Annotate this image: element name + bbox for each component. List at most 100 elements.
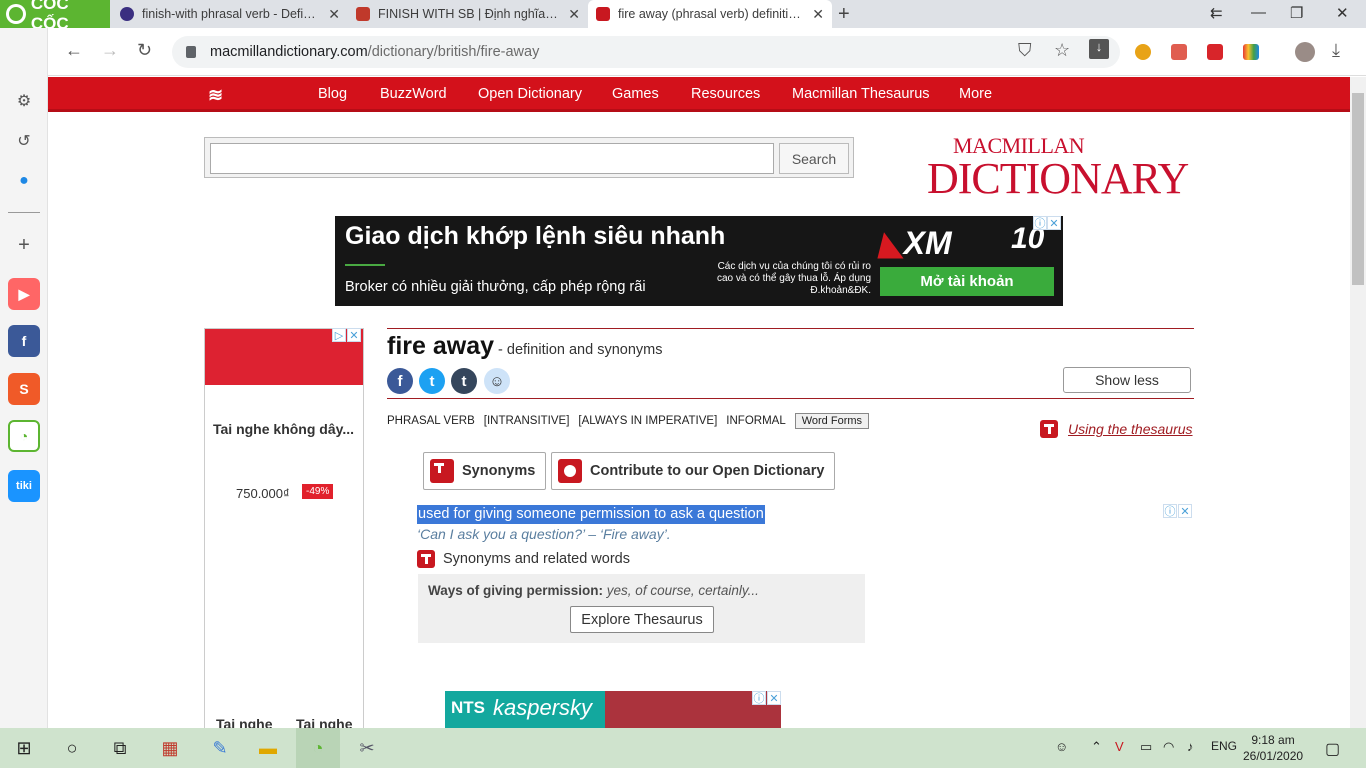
close-tab-icon[interactable]: ✕ — [812, 6, 824, 23]
people-icon[interactable]: ☺ — [1055, 739, 1068, 754]
open-account-button[interactable]: Mở tài khoản — [880, 267, 1054, 296]
back-button[interactable]: ← — [65, 40, 83, 61]
ad-subtitle: Broker có nhiều giải thưởng, cấp phép rộ… — [345, 279, 646, 295]
paint-icon[interactable]: ✎ — [208, 736, 232, 760]
youtube-icon[interactable]: ▶ — [8, 278, 40, 310]
tab-finish-with[interactable]: finish-with phrasal verb - Definition ✕ — [112, 0, 348, 28]
ways-label: Ways of giving permission: — [428, 583, 604, 598]
ad-info-icon[interactable]: ⓘ — [1033, 216, 1047, 230]
nav-resources[interactable]: Resources — [691, 86, 760, 102]
settings-gear-icon[interactable]: ⚙ — [14, 91, 34, 111]
star-bookmark-icon[interactable]: ☆ — [1054, 40, 1070, 61]
reddit-share-icon[interactable]: ☺ — [484, 368, 510, 394]
favicon-icon — [120, 7, 134, 21]
shopee-icon[interactable]: S — [8, 373, 40, 405]
minimize-list-icon[interactable]: ⇇ — [1210, 4, 1223, 22]
using-thesaurus-link[interactable]: Using the thesaurus — [1040, 420, 1193, 438]
macmillan-dictionary-logo[interactable]: MACMILLAN DICTIONARY — [927, 135, 1189, 201]
snipping-icon[interactable]: ✂ — [355, 736, 379, 760]
add-app-icon[interactable]: + — [14, 234, 34, 256]
tiki-icon[interactable]: tiki — [8, 470, 40, 502]
word-forms-button[interactable]: Word Forms — [794, 413, 870, 429]
kaspersky-ad[interactable]: NTS kaspersky — [445, 691, 781, 728]
ad-product-name: Tai nghe — [216, 716, 273, 728]
nav-open-dictionary[interactable]: Open Dictionary — [478, 86, 582, 102]
ad-close-icon[interactable]: ✕ — [767, 691, 781, 705]
nav-blog[interactable]: Blog — [318, 86, 347, 102]
messenger-icon[interactable]: ● — [14, 171, 34, 191]
close-window-button[interactable]: ✕ — [1336, 4, 1349, 22]
show-less-button[interactable]: Show less — [1063, 367, 1191, 393]
extension-color-icon[interactable] — [1243, 44, 1259, 60]
close-tab-icon[interactable]: ✕ — [328, 6, 340, 23]
coccoc-brand[interactable]: CỐC CỐC — [0, 0, 110, 33]
facebook-share-icon[interactable]: f — [387, 368, 413, 394]
minimize-button[interactable]: — — [1251, 4, 1266, 21]
new-tab-button[interactable]: + — [838, 3, 850, 26]
language-indicator[interactable]: ENG — [1211, 739, 1237, 753]
tab-finish-with-sb[interactable]: FINISH WITH SB | Định nghĩa trong ✕ — [348, 0, 588, 28]
notifications-icon[interactable]: ▢ — [1325, 739, 1340, 759]
address-bar[interactable]: macmillandictionary.com/dictionary/briti… — [172, 36, 1120, 68]
macmillan-m-icon[interactable]: ≋ — [208, 85, 223, 106]
lock-icon — [186, 46, 196, 58]
profile-avatar[interactable] — [1295, 42, 1315, 62]
ad-info-icon[interactable]: ⓘ — [752, 691, 766, 705]
restore-button[interactable]: ❐ — [1290, 4, 1303, 22]
downloads-icon[interactable]: ⤓ — [1332, 40, 1340, 61]
download-box-icon[interactable]: ↓ — [1089, 39, 1109, 59]
reload-button[interactable]: ↻ — [137, 40, 152, 61]
ad-headline: Giao dịch khớp lệnh siêu nhanh — [345, 222, 726, 250]
extension-shield-icon[interactable] — [1171, 44, 1187, 60]
ad-info-icon[interactable]: ▷ — [332, 328, 346, 342]
ad-close-icon[interactable]: ✕ — [347, 328, 361, 342]
explore-thesaurus-button[interactable]: Explore Thesaurus — [570, 606, 714, 633]
twitter-share-icon[interactable]: t — [419, 368, 445, 394]
page-scrollbar[interactable] — [1350, 77, 1366, 728]
nav-buzzword[interactable]: BuzzWord — [380, 86, 447, 102]
wifi-icon[interactable]: ◠ — [1163, 739, 1174, 755]
ad-close-icon[interactable]: ✕ — [1047, 216, 1061, 230]
unikey-icon[interactable]: V — [1115, 739, 1124, 754]
nav-more[interactable]: More — [959, 86, 992, 102]
ad-info-icon[interactable]: ⓘ — [1163, 504, 1177, 518]
task-view-icon[interactable]: ⧉ — [108, 736, 132, 760]
app-icon[interactable]: ▦ — [158, 736, 182, 760]
close-tab-icon[interactable]: ✕ — [568, 6, 580, 23]
search-circle-icon[interactable]: ○ — [60, 736, 84, 760]
history-icon[interactable]: ↺ — [14, 131, 34, 151]
tumblr-share-icon[interactable]: t — [451, 368, 477, 394]
scrollbar-thumb[interactable] — [1352, 93, 1364, 285]
ad-close-icon[interactable]: ✕ — [1178, 504, 1192, 518]
xm-banner-ad[interactable]: Giao dịch khớp lệnh siêu nhanh Broker có… — [335, 216, 1063, 306]
tray-chevron-icon[interactable]: ⌃ — [1091, 739, 1102, 755]
clock[interactable]: 9:18 am 26/01/2020 — [1243, 732, 1303, 764]
synonyms-button[interactable]: Synonyms — [423, 452, 547, 490]
left-product-ad[interactable]: Tai nghe không dây... 750.000₫ -49% Tai … — [204, 328, 364, 728]
headword: fire away — [387, 332, 495, 360]
favicon-icon — [596, 7, 610, 21]
tab-fire-away[interactable]: fire away (phrasal verb) definition a ✕ — [588, 0, 832, 28]
coccoc-dict-icon[interactable]: ◔ — [8, 420, 40, 452]
part-of-speech: PHRASAL VERB — [387, 415, 475, 427]
facebook-icon[interactable]: f — [8, 325, 40, 357]
search-button[interactable]: Search — [779, 143, 849, 174]
nav-games[interactable]: Games — [612, 86, 659, 102]
ad-discount-badge: -49% — [302, 484, 334, 499]
volume-icon[interactable]: ♪ — [1187, 739, 1194, 754]
contribute-button[interactable]: Contribute to our Open Dictionary — [551, 452, 836, 490]
thesaurus-icon — [430, 459, 454, 483]
shield-icon[interactable]: ⛉ — [1018, 40, 1032, 61]
using-thesaurus-text[interactable]: Using the thesaurus — [1068, 421, 1193, 437]
battery-icon[interactable]: ▭ — [1140, 739, 1152, 755]
heading-subtitle: - definition and synonyms — [494, 342, 663, 358]
forward-button[interactable]: → — [101, 40, 119, 61]
search-input[interactable] — [210, 143, 774, 174]
extension-red-icon[interactable] — [1207, 44, 1223, 60]
coccoc-taskbar-icon[interactable]: ◔ — [296, 728, 340, 768]
windows-start-icon[interactable]: ⊞ — [12, 736, 36, 760]
extension-chrome-icon[interactable] — [1135, 44, 1151, 60]
file-explorer-icon[interactable]: ▬ — [256, 736, 280, 760]
nav-macmillan-thesaurus[interactable]: Macmillan Thesaurus — [792, 86, 930, 102]
open-dictionary-icon — [558, 459, 582, 483]
